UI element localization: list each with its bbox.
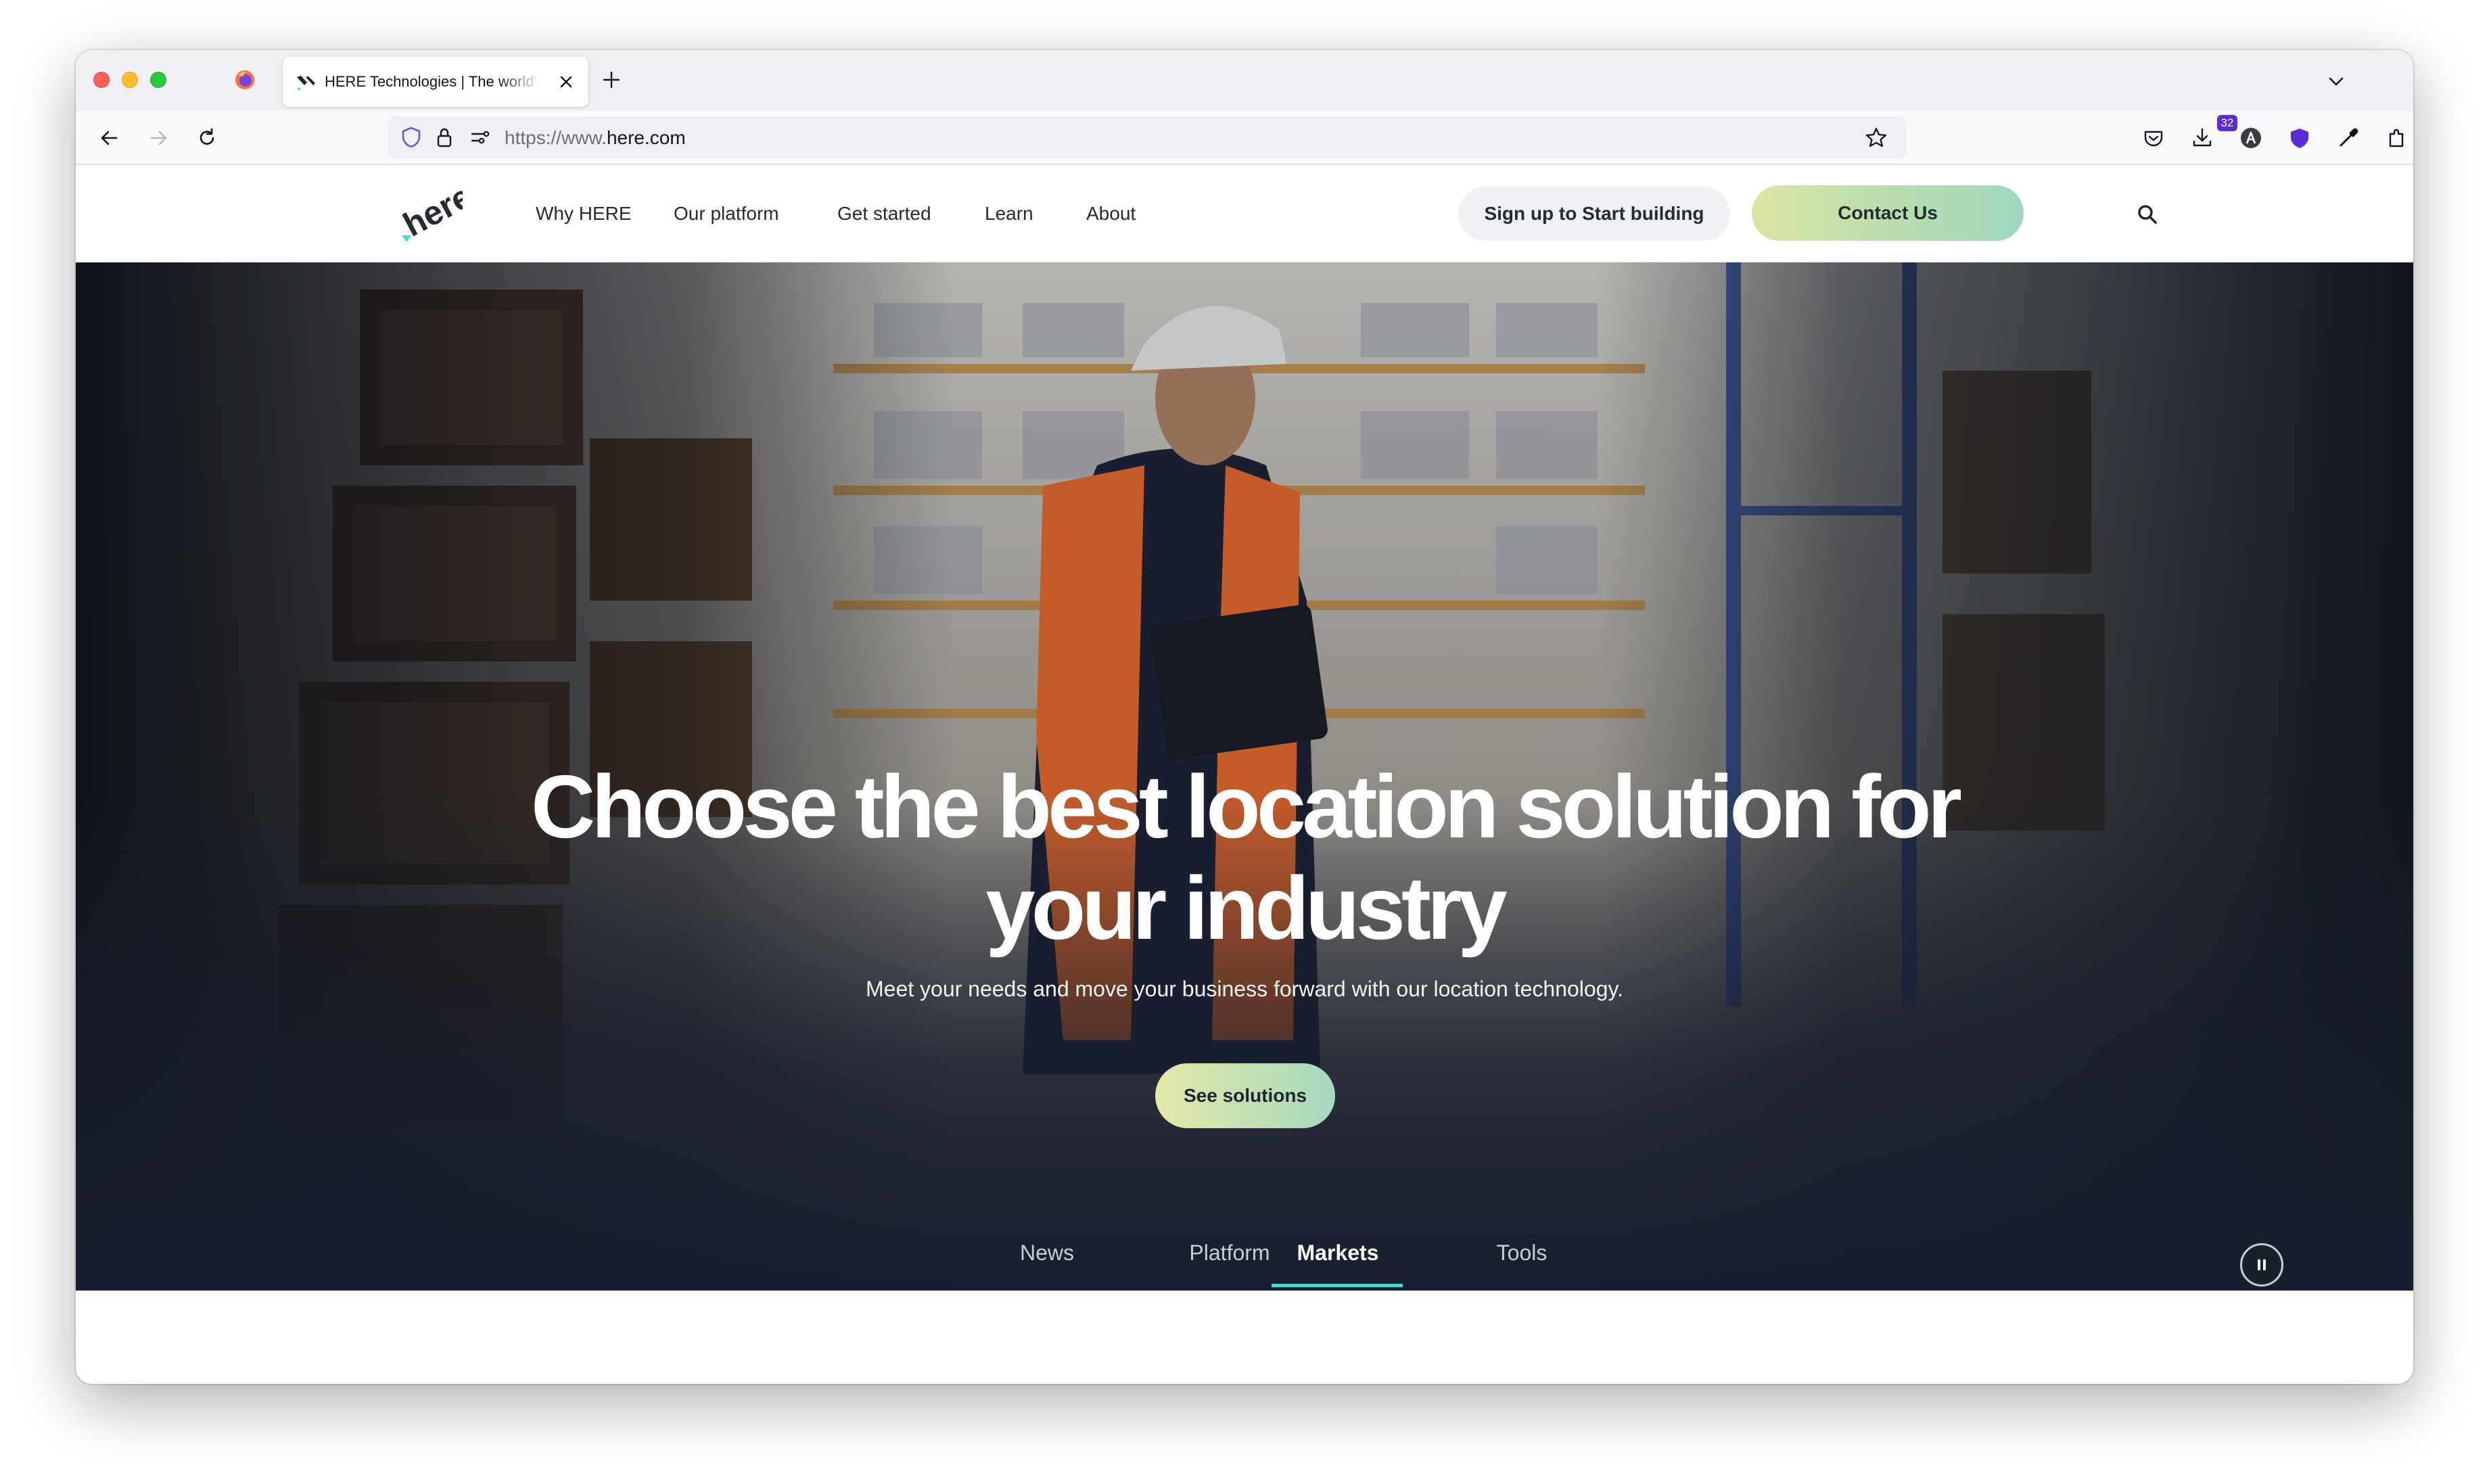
- tab-title: HERE Technologies | The world's #1 locat…: [325, 73, 541, 90]
- active-browser-tab[interactable]: HERE Technologies | The world's #1 locat…: [283, 57, 588, 107]
- hero-tab-markets[interactable]: Markets: [1297, 1240, 1379, 1266]
- here-logo[interactable]: here: [398, 184, 463, 246]
- site-header: here Why HERE Our platform Get started L…: [76, 165, 2413, 262]
- search-icon[interactable]: [2136, 203, 2159, 226]
- nav-get-started[interactable]: Get started: [837, 203, 931, 225]
- svg-text:here: here: [398, 184, 463, 244]
- reload-icon[interactable]: [193, 124, 220, 152]
- minimize-window-button[interactable]: [122, 72, 138, 88]
- hero-subtitle: Meet your needs and move your business f…: [865, 977, 1623, 1001]
- new-tab-icon[interactable]: [599, 68, 624, 92]
- extension-shield-icon[interactable]: [2286, 124, 2313, 152]
- see-solutions-button[interactable]: See solutions: [1155, 1063, 1335, 1128]
- firefox-icon[interactable]: [234, 69, 256, 91]
- nav-about[interactable]: About: [1086, 203, 1136, 225]
- pause-slideshow-button[interactable]: [2240, 1243, 2283, 1286]
- tracking-shield-icon[interactable]: [400, 126, 422, 149]
- close-window-button[interactable]: [93, 72, 110, 88]
- nav-our-platform[interactable]: Our platform: [674, 203, 779, 225]
- browser-window: HERE Technologies | The world's #1 locat…: [76, 50, 2413, 1384]
- pocket-icon[interactable]: [2140, 124, 2167, 152]
- pause-icon: [2258, 1259, 2266, 1270]
- hero-section: Choose the best location solution for yo…: [76, 262, 2413, 1291]
- forward-arrow-icon[interactable]: [145, 124, 172, 152]
- navigation-toolbar: https://www.here.com 32: [76, 111, 2413, 165]
- account-avatar-icon[interactable]: [2237, 124, 2264, 152]
- tab-strip: HERE Technologies | The world's #1 locat…: [76, 50, 2413, 111]
- chevron-down-icon[interactable]: [2325, 70, 2347, 92]
- back-arrow-icon[interactable]: [96, 124, 123, 152]
- active-tab-indicator: [1272, 1284, 1403, 1287]
- hero-tab-platform[interactable]: Platform: [1189, 1240, 1270, 1266]
- close-tab-icon[interactable]: [556, 72, 576, 92]
- contact-us-button[interactable]: Contact Us: [1752, 185, 2024, 241]
- bookmark-star-icon[interactable]: [1864, 126, 1888, 150]
- url-text[interactable]: https://www.here.com: [505, 127, 686, 149]
- here-favicon-icon: [297, 76, 315, 91]
- nav-why-here[interactable]: Why HERE: [536, 203, 632, 225]
- signup-button[interactable]: Sign up to Start building: [1458, 187, 1730, 241]
- permissions-icon[interactable]: [469, 127, 491, 147]
- extension-badge: 32: [2217, 115, 2237, 131]
- eyedropper-icon[interactable]: [2335, 124, 2362, 152]
- zoom-window-button[interactable]: [150, 72, 166, 88]
- extensions-puzzle-icon[interactable]: [2383, 124, 2411, 152]
- hero-tab-tools[interactable]: Tools: [1497, 1240, 1548, 1266]
- address-bar[interactable]: https://www.here.com: [388, 116, 1906, 158]
- hero-tab-news[interactable]: News: [1020, 1240, 1074, 1266]
- hero-title: Choose the best location solution for yo…: [530, 757, 1962, 958]
- download-icon[interactable]: [2189, 124, 2216, 152]
- web-page: here Why HERE Our platform Get started L…: [76, 165, 2413, 1384]
- nav-learn[interactable]: Learn: [985, 203, 1033, 225]
- lock-icon[interactable]: [434, 126, 455, 149]
